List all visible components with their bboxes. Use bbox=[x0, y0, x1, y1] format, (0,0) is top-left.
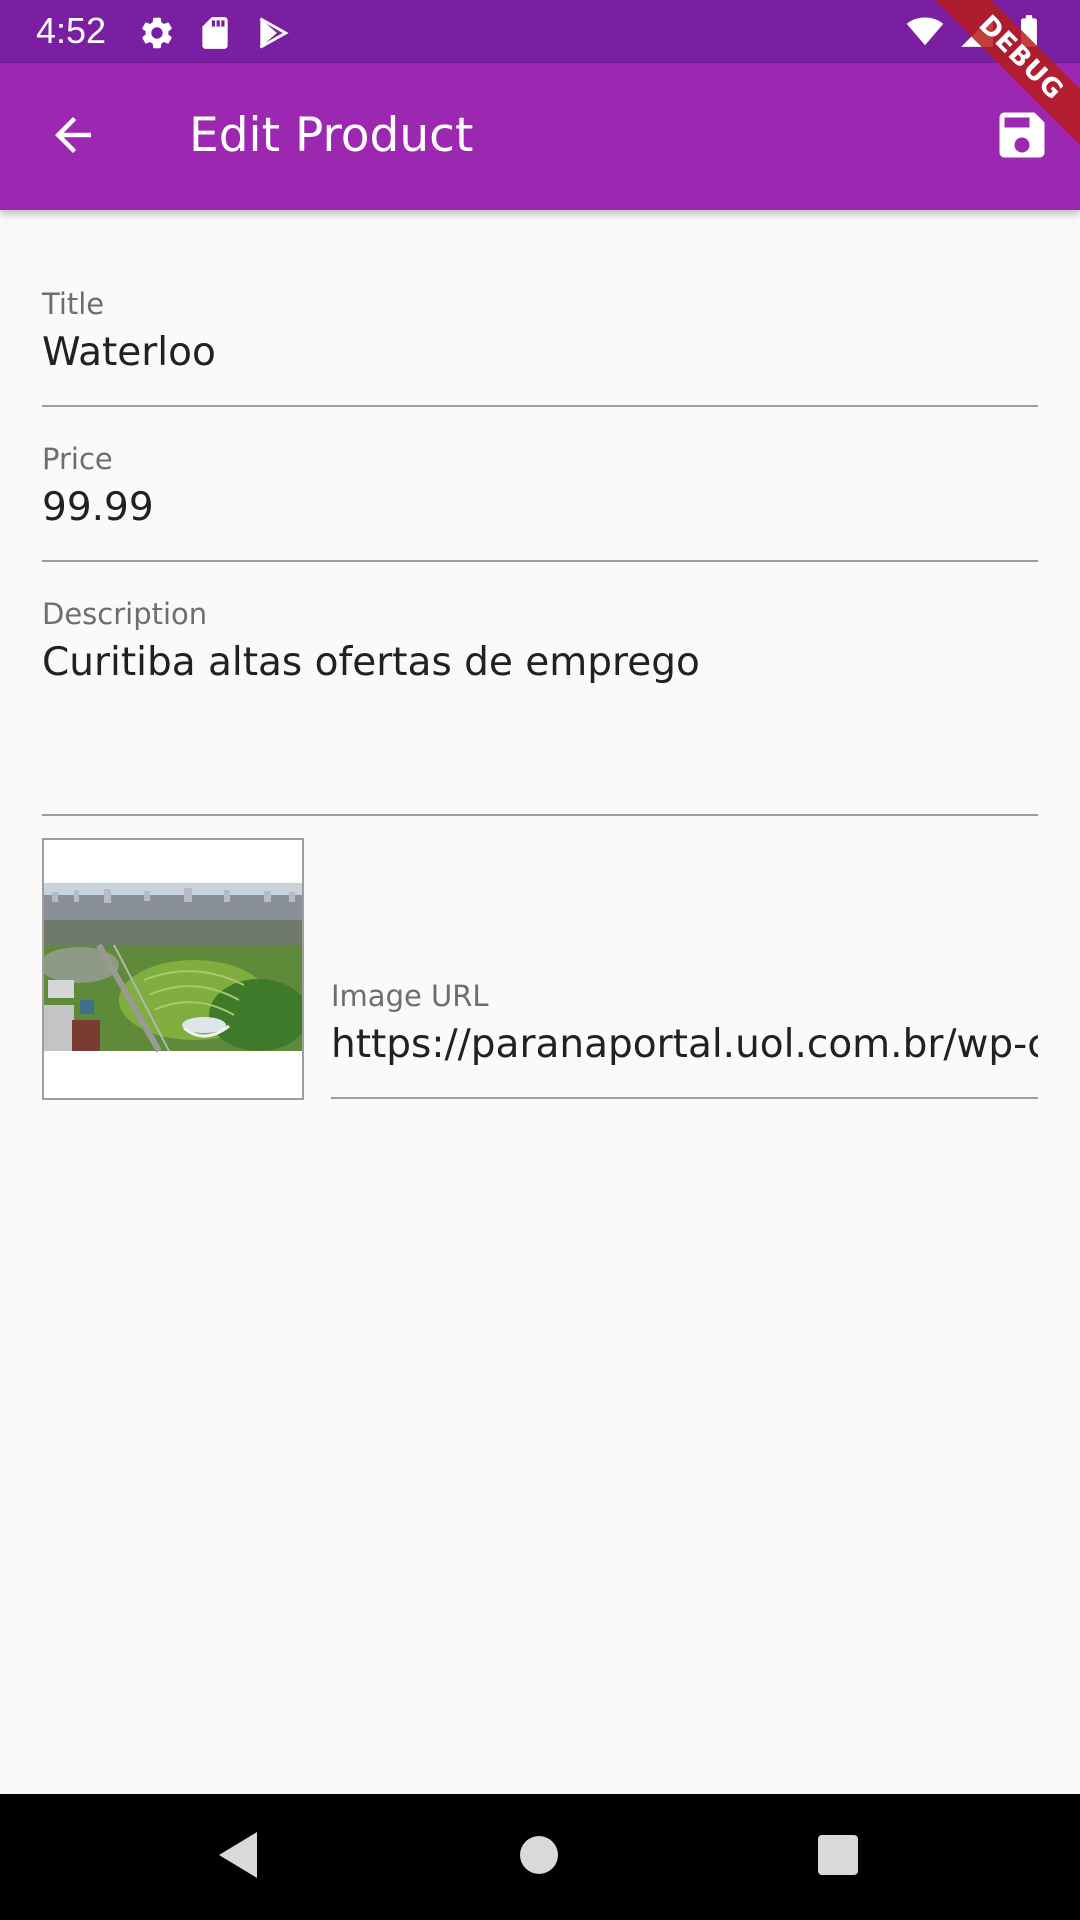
nav-recents-icon bbox=[817, 1834, 859, 1880]
image-url-input[interactable]: https://paranaportal.uol.com.br/wp-conte… bbox=[331, 1020, 1038, 1070]
status-icons-left bbox=[138, 14, 292, 52]
image-url-label: Image URL bbox=[331, 979, 489, 1013]
price-label: Price bbox=[42, 442, 113, 476]
app-bar: Edit Product bbox=[0, 63, 1080, 210]
price-input[interactable]: 99.99 bbox=[42, 483, 1038, 533]
save-button[interactable] bbox=[984, 99, 1060, 175]
arrow-back-icon bbox=[46, 108, 100, 166]
nav-back-icon bbox=[215, 1830, 261, 1884]
sd-card-icon bbox=[196, 14, 234, 52]
description-label: Description bbox=[42, 597, 208, 631]
description-input[interactable]: Curitiba altas ofertas de emprego bbox=[42, 638, 1038, 688]
title-label: Title bbox=[42, 287, 105, 321]
play-store-icon bbox=[254, 14, 292, 52]
price-field[interactable]: Price 99.99 bbox=[42, 439, 1038, 563]
description-underline bbox=[42, 814, 1038, 816]
image-url-field[interactable]: Image URL https://paranaportal.uol.com.b… bbox=[331, 976, 1038, 1100]
battery-icon bbox=[1010, 12, 1048, 50]
page-title: Edit Product bbox=[189, 108, 474, 163]
nav-home-icon bbox=[519, 1835, 559, 1879]
nav-back-button[interactable] bbox=[208, 1827, 268, 1887]
settings-icon bbox=[138, 14, 176, 52]
back-button[interactable] bbox=[30, 102, 116, 172]
description-field[interactable]: Description Curitiba altas ofertas de em… bbox=[42, 594, 1038, 818]
edit-product-screen: 4:52 Edit Product DEBUG Title Waterloo P… bbox=[0, 0, 1080, 1920]
title-input[interactable]: Waterloo bbox=[42, 328, 1038, 378]
wifi-icon bbox=[906, 12, 944, 50]
image-url-underline bbox=[331, 1097, 1038, 1099]
status-time: 4:52 bbox=[36, 10, 107, 51]
nav-home-button[interactable] bbox=[509, 1827, 569, 1887]
status-icons-right bbox=[906, 12, 1048, 50]
status-bar: 4:52 bbox=[0, 0, 1080, 63]
image-preview bbox=[42, 838, 304, 1100]
nav-recents-button[interactable] bbox=[808, 1827, 868, 1887]
title-field[interactable]: Title Waterloo bbox=[42, 284, 1038, 408]
system-nav-bar bbox=[0, 1794, 1080, 1920]
city-aerial-photo bbox=[44, 840, 302, 1098]
save-icon bbox=[992, 105, 1052, 169]
title-underline bbox=[42, 405, 1038, 407]
cell-signal-icon bbox=[958, 12, 996, 50]
price-underline bbox=[42, 560, 1038, 562]
